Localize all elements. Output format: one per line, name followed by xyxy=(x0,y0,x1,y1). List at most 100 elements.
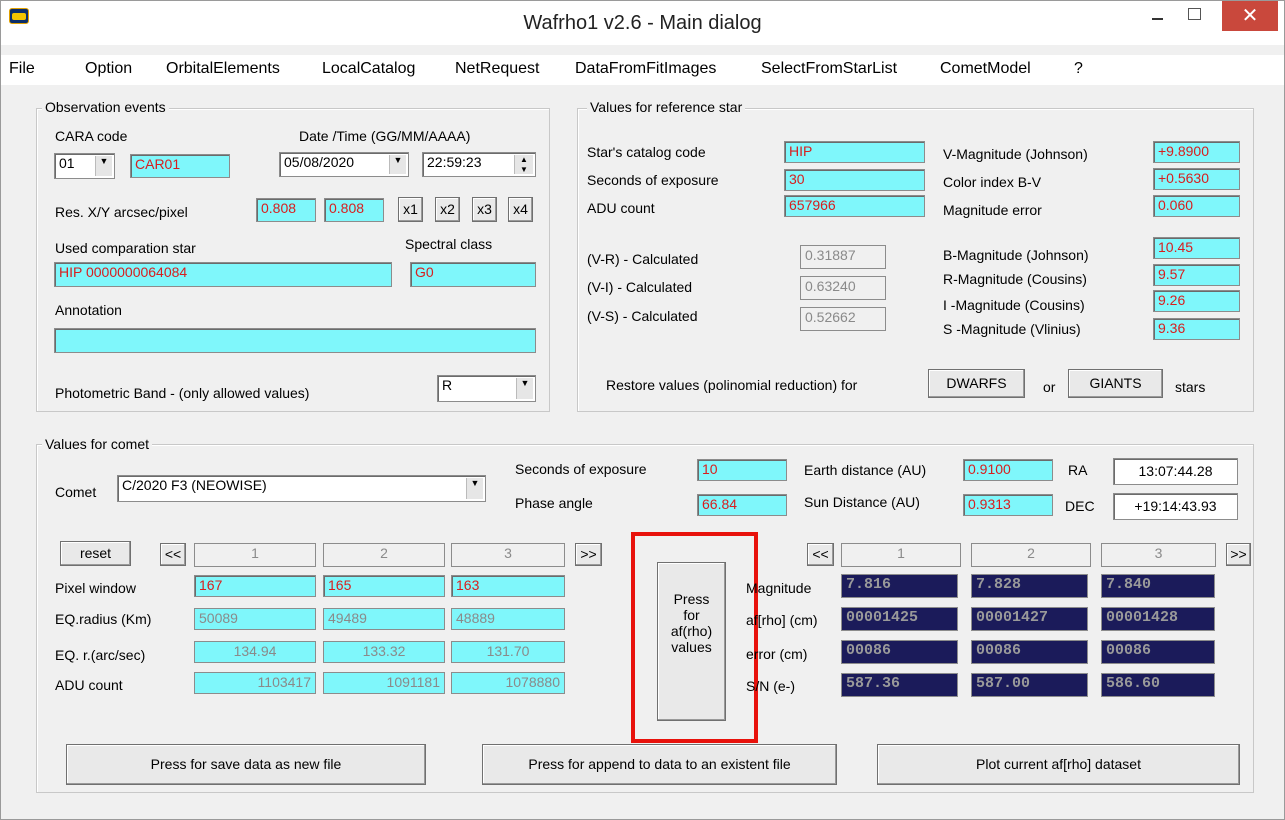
earth-distance-label: Earth distance (AU) xyxy=(804,462,927,478)
menu-comet-model[interactable]: CometModel xyxy=(940,60,1031,78)
eq-r-arcsec-label: EQ. r.(arc/sec) xyxy=(55,647,146,663)
imag-field[interactable]: 9.26 xyxy=(1153,290,1240,312)
comet-exposure-field[interactable]: 10 xyxy=(697,459,787,481)
comet-select[interactable]: C/2020 F3 (NEOWISE) ▼ xyxy=(117,475,486,502)
pixel-window-3[interactable]: 163 xyxy=(451,575,565,597)
stars-label: stars xyxy=(1175,379,1206,395)
phase-field[interactable]: 66.84 xyxy=(697,494,787,516)
cara-name-field[interactable]: CAR01 xyxy=(130,154,230,178)
smag-label: S -Magnitude (Vlinius) xyxy=(943,321,1081,337)
prev-button-left[interactable]: << xyxy=(160,543,186,566)
band-select[interactable]: R ▼ xyxy=(437,375,536,402)
spectral-class-label: Spectral class xyxy=(405,236,493,252)
x1-button[interactable]: x1 xyxy=(398,197,423,222)
eq-r-arcsec-2: 133.32 xyxy=(323,641,445,663)
afrho-2: 00001427 xyxy=(971,607,1088,631)
pixel-window-2[interactable]: 165 xyxy=(323,575,445,597)
smag-field[interactable]: 9.36 xyxy=(1153,318,1240,340)
menu-local-catalog[interactable]: LocalCatalog xyxy=(322,60,415,78)
minimize-icon xyxy=(1152,18,1163,20)
comp-star-label: Used comparation star xyxy=(55,240,196,256)
bv-field[interactable]: +0.5630 xyxy=(1153,168,1240,190)
bmag-field[interactable]: 10.45 xyxy=(1153,237,1240,259)
phase-label: Phase angle xyxy=(515,495,593,511)
col-header-1: 1 xyxy=(194,543,316,567)
append-file-button[interactable]: Press for append to data to an existent … xyxy=(482,744,837,785)
reference-star-legend: Values for reference star xyxy=(587,99,746,115)
vi-field: 0.63240 xyxy=(800,276,886,300)
restore-label: Restore values (polinomial reduction) fo… xyxy=(606,377,858,393)
error-3: 00086 xyxy=(1101,640,1215,664)
close-button[interactable]: ✕ xyxy=(1222,1,1278,31)
annotation-field[interactable] xyxy=(54,328,536,353)
cara-code-select[interactable]: 01 ▼ xyxy=(54,153,115,179)
sn-3: 586.60 xyxy=(1101,673,1215,697)
prev-button-right[interactable]: << xyxy=(807,543,834,566)
minimize-button[interactable] xyxy=(1143,4,1173,28)
cara-code-label: CARA code xyxy=(55,128,128,144)
menu-help[interactable]: ? xyxy=(1074,60,1083,78)
ref-adu-field[interactable]: 657966 xyxy=(784,195,925,217)
catalog-code-field[interactable]: HIP xyxy=(784,141,925,163)
highlight-box xyxy=(631,532,758,743)
sun-distance-field[interactable]: 0.9313 xyxy=(963,494,1053,516)
date-value: 05/08/2020 xyxy=(284,154,355,170)
eq-r-arcsec-3: 131.70 xyxy=(451,641,565,663)
dec-label: DEC xyxy=(1065,498,1095,514)
sn-label: S/N (e-) xyxy=(746,678,795,694)
vs-label: (V-S) - Calculated xyxy=(587,308,698,324)
menu-net-request[interactable]: NetRequest xyxy=(455,60,540,78)
next-button-left[interactable]: >> xyxy=(575,543,602,566)
vmag-field[interactable]: +9.8900 xyxy=(1153,141,1240,163)
res-label: Res. X/Y arcsec/pixel xyxy=(55,204,188,220)
menu-orbital-elements[interactable]: OrbitalElements xyxy=(166,60,280,78)
res-y-field[interactable]: 0.808 xyxy=(324,198,384,222)
afrho-label: af[rho] (cm) xyxy=(746,612,818,628)
ref-exposure-field[interactable]: 30 xyxy=(784,169,925,191)
band-label: Photometric Band - (only allowed values) xyxy=(55,385,310,401)
eq-r-arcsec-1: 134.94 xyxy=(194,641,316,663)
comet-adu-1: 1103417 xyxy=(194,672,316,694)
afrho-3: 00001428 xyxy=(1101,607,1215,631)
plot-dataset-button[interactable]: Plot current af[rho] dataset xyxy=(877,744,1240,785)
eq-radius-1: 50089 xyxy=(194,608,316,630)
col-header-2: 2 xyxy=(323,543,445,567)
res-x-field[interactable]: 0.808 xyxy=(256,198,316,222)
x2-button[interactable]: x2 xyxy=(435,197,460,222)
menu-file[interactable]: File xyxy=(9,60,35,78)
observation-events-legend: Observation events xyxy=(42,99,169,115)
x4-button[interactable]: x4 xyxy=(508,197,533,222)
reset-button[interactable]: reset xyxy=(60,541,131,566)
sn-2: 587.00 xyxy=(971,673,1088,697)
spinner-arrows-icon: ▲ ▼ xyxy=(514,155,533,174)
date-picker[interactable]: 05/08/2020 ▼ xyxy=(279,152,409,177)
magerr-field[interactable]: 0.060 xyxy=(1153,195,1240,217)
save-new-file-button[interactable]: Press for save data as new file xyxy=(66,744,426,785)
comet-adu-3: 1078880 xyxy=(451,672,565,694)
ra-field: 13:07:44.28 xyxy=(1113,458,1238,485)
vs-field: 0.52662 xyxy=(800,307,886,331)
time-spinner[interactable]: 22:59:23 ▲ ▼ xyxy=(422,152,536,177)
pixel-window-1[interactable]: 167 xyxy=(194,575,316,597)
menu-data-from-fit-images[interactable]: DataFromFitImages xyxy=(575,60,716,78)
rmag-field[interactable]: 9.57 xyxy=(1153,264,1240,286)
imag-label: I -Magnitude (Cousins) xyxy=(943,297,1085,313)
menu-select-from-star-list[interactable]: SelectFromStarList xyxy=(761,60,897,78)
comp-star-field[interactable]: HIP 0000000064084 xyxy=(54,262,392,287)
close-icon: ✕ xyxy=(1241,5,1259,27)
menu-option[interactable]: Option xyxy=(85,60,132,78)
spectral-class-field[interactable]: G0 xyxy=(410,262,536,287)
dwarfs-button[interactable]: DWARFS xyxy=(928,369,1025,398)
comet-value: C/2020 F3 (NEOWISE) xyxy=(122,477,267,493)
band-value: R xyxy=(442,377,453,393)
x3-button[interactable]: x3 xyxy=(472,197,497,222)
chevron-down-icon: ▼ xyxy=(516,378,533,399)
next-button-right[interactable]: >> xyxy=(1226,543,1251,566)
comet-adu-2: 1091181 xyxy=(323,672,445,694)
res-col-header-3: 3 xyxy=(1101,543,1216,567)
giants-button[interactable]: GIANTS xyxy=(1068,369,1163,398)
sn-1: 587.36 xyxy=(841,673,958,697)
maximize-button[interactable] xyxy=(1180,4,1210,28)
earth-distance-field[interactable]: 0.9100 xyxy=(963,459,1053,481)
res-col-header-2: 2 xyxy=(971,543,1091,567)
